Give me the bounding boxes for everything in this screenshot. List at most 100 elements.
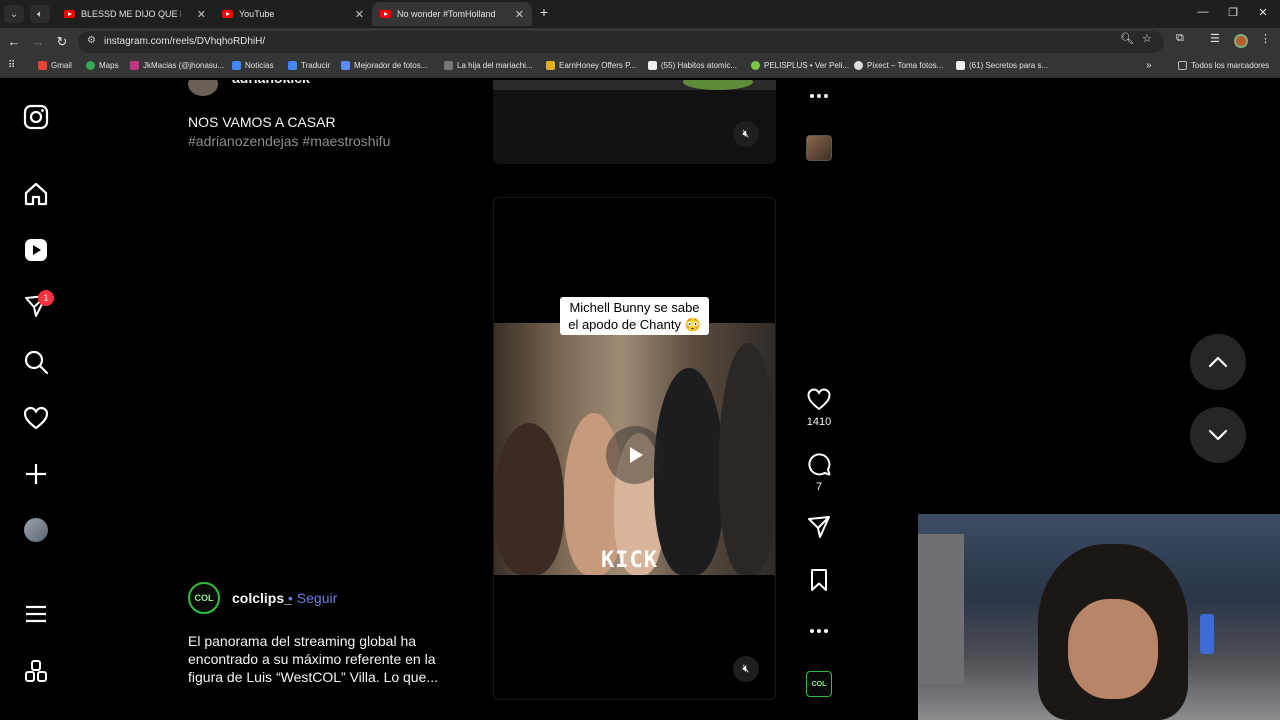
tab-close-icon[interactable]: ✕: [197, 8, 206, 21]
bookmark-item[interactable]: Maps: [86, 61, 119, 70]
reel-video[interactable]: Michell Bunny se sabe el apodo de Chanty…: [493, 197, 776, 700]
new-tab-button[interactable]: +: [534, 4, 554, 20]
save-bookmark-icon[interactable]: [806, 567, 832, 593]
create-plus-icon[interactable]: [22, 460, 50, 488]
tab-close-icon[interactable]: ✕: [515, 8, 524, 21]
like-count[interactable]: 1410: [800, 416, 838, 428]
author-name[interactable]: colclips_: [232, 590, 292, 606]
webcam-face: [1068, 599, 1158, 699]
translate-icon: [288, 61, 297, 70]
pelisplus-icon: [751, 61, 760, 70]
site-info-icon[interactable]: ⚙: [87, 35, 96, 46]
prev-reel-video[interactable]: 🔇︎: [493, 80, 776, 164]
zoom-icon[interactable]: 🔍︎: [1120, 32, 1134, 45]
post-caption[interactable]: El panorama del streaming global ha enco…: [188, 632, 448, 686]
bookmark-item[interactable]: La hija del mariachi...: [444, 61, 533, 70]
bookmark-item[interactable]: Pixect – Toma fotos...: [854, 61, 943, 70]
apps-icon[interactable]: ⠿: [8, 60, 15, 71]
prev-post-caption: NOS VAMOS A CASAR: [188, 114, 336, 130]
more-options-icon[interactable]: [806, 618, 832, 644]
video-figure: [654, 368, 724, 575]
tab-search-button[interactable]: ⌄: [4, 5, 24, 23]
instagram-icon: [130, 61, 139, 70]
bookmark-item[interactable]: Noticias: [232, 61, 273, 70]
browser-tab-bar: ⌄ 🔈︎ BLESSD ME DIJO QUE LE PI ✕ YouTube …: [0, 0, 1280, 28]
tab-title: BLESSD ME DIJO QUE LE PI: [81, 9, 181, 19]
more-options-icon[interactable]: [806, 83, 832, 109]
also-from-meta-icon[interactable]: [22, 658, 50, 686]
back-icon[interactable]: ←: [6, 34, 22, 49]
home-icon[interactable]: [22, 180, 50, 208]
heart-icon[interactable]: [22, 404, 50, 432]
instagram-logo-icon[interactable]: [22, 103, 50, 131]
window-close-icon[interactable]: ✕: [1253, 6, 1273, 19]
audio-thumbnail[interactable]: [806, 135, 832, 161]
chevron-down-icon: [1208, 429, 1228, 441]
audio-thumbnail[interactable]: COL: [806, 671, 832, 697]
extensions-icon[interactable]: ⧉: [1176, 32, 1184, 45]
address-toolbar: ← → ↻ ⚙ instagram.com/reels/DVhqhoRDhiH/…: [0, 28, 1280, 56]
profile-avatar[interactable]: [24, 518, 48, 542]
search-icon[interactable]: [22, 348, 50, 376]
bookmark-item[interactable]: Traducir: [288, 61, 330, 70]
address-bar[interactable]: ⚙ instagram.com/reels/DVhqhoRDhiH/: [78, 31, 1164, 53]
bookmark-item[interactable]: EarnHoney Offers P...: [546, 61, 636, 70]
avatar[interactable]: [188, 80, 218, 96]
earnhoney-icon: [546, 61, 555, 70]
minimize-icon[interactable]: —: [1193, 6, 1213, 18]
all-bookmarks-folder[interactable]: Todos los marcadores: [1178, 61, 1269, 70]
bookmark-item[interactable]: (61) Secretos para s...: [956, 61, 1048, 70]
webcam-background-object: [918, 534, 964, 684]
reels-icon[interactable]: [22, 236, 50, 264]
pixect-icon: [854, 61, 863, 70]
tab-close-icon[interactable]: ✕: [355, 8, 364, 21]
folder-icon: [1178, 61, 1187, 70]
reload-icon[interactable]: ↻: [54, 34, 70, 50]
bookmark-item[interactable]: (55) Habitos atomic...: [648, 61, 737, 70]
bookmark-item[interactable]: Mejorador de fotos...: [341, 61, 427, 70]
youtube-icon: [380, 10, 391, 18]
profile-avatar[interactable]: [1234, 34, 1248, 48]
bookmarks-bar: ⠿ Gmail Maps JkMacias (@jhonasu... Notic…: [0, 56, 1280, 78]
author-name[interactable]: adrianokick: [232, 80, 310, 86]
star-icon[interactable]: ☆: [1142, 32, 1152, 45]
follow-button[interactable]: • Seguir: [288, 590, 337, 606]
tab-title: No wonder #TomHolland didn: [397, 9, 497, 19]
page-a-icon: [956, 61, 965, 70]
audio-icon[interactable]: 🔈︎: [30, 5, 50, 23]
previous-reel-button[interactable]: [1190, 334, 1246, 390]
more-bookmarks-icon[interactable]: »: [1146, 60, 1152, 71]
more-menu-icon[interactable]: [22, 600, 50, 628]
bookmark-item[interactable]: JkMacias (@jhonasu...: [130, 61, 224, 70]
instagram-page: 1 adrianokick NOS VAMOS A CASAR #adriano…: [0, 80, 1280, 720]
notification-badge: 1: [38, 290, 54, 306]
next-reel-button[interactable]: [1190, 407, 1246, 463]
page-a-icon: [648, 61, 657, 70]
page-icon: [444, 61, 453, 70]
author-avatar[interactable]: COL: [188, 582, 220, 614]
comment-count[interactable]: 7: [800, 481, 838, 493]
play-button[interactable]: [606, 426, 664, 484]
share-icon[interactable]: [806, 514, 832, 540]
bookmark-item[interactable]: PELISPLUS • Ver Peli...: [751, 61, 849, 70]
tab-2[interactable]: YouTube ✕: [214, 2, 372, 26]
tab-3[interactable]: No wonder #TomHolland didn ✕: [372, 2, 532, 26]
menu-icon[interactable]: ⋮: [1260, 32, 1271, 45]
url-text[interactable]: instagram.com/reels/DVhqhoRDhiH/: [104, 36, 265, 47]
reading-list-icon[interactable]: ☰: [1210, 32, 1220, 45]
maps-icon: [86, 61, 95, 70]
photo-enhancer-icon: [341, 61, 350, 70]
bookmark-item[interactable]: Gmail: [38, 61, 72, 70]
like-heart-icon[interactable]: [806, 386, 832, 412]
forward-icon[interactable]: →: [30, 34, 46, 49]
mute-icon[interactable]: 🔇︎: [733, 656, 759, 682]
prev-post-hashtags[interactable]: #adrianozendejas #maestroshifu: [188, 133, 390, 149]
mute-icon[interactable]: 🔇︎: [733, 121, 759, 147]
reel-actions: 1410 7 COL: [800, 80, 838, 720]
kick-watermark: KICK: [601, 548, 658, 573]
comment-icon[interactable]: [806, 451, 832, 477]
youtube-icon: [222, 10, 233, 18]
tab-1[interactable]: BLESSD ME DIJO QUE LE PI ✕: [56, 2, 214, 26]
restore-icon[interactable]: ❐: [1223, 6, 1243, 19]
tab-title: YouTube: [239, 9, 275, 19]
